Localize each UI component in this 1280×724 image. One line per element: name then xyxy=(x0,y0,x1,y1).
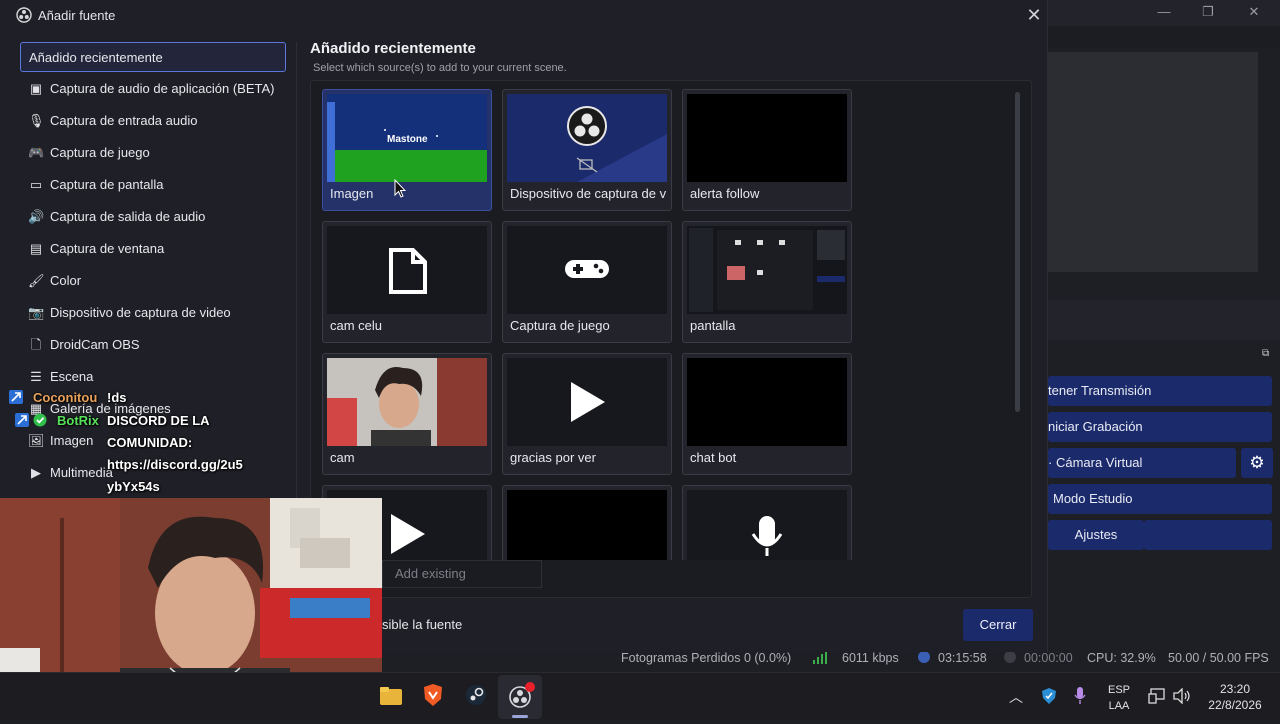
source-card-label: chat bot xyxy=(690,450,737,465)
add-existing-field[interactable]: Add existing xyxy=(382,560,542,588)
stream-status-icon xyxy=(918,651,930,663)
clock-date[interactable]: 22/8/2026 xyxy=(1198,698,1272,712)
source-cards: Mastone Imagen Dispositivo de captura de v… xyxy=(0,0,1048,560)
source-card-label: cam celu xyxy=(330,318,383,333)
mouse-cursor-icon xyxy=(394,178,407,199)
obs-menubar xyxy=(1048,26,1280,48)
source-card-source-11[interactable] xyxy=(502,485,672,560)
microphone-tray-icon[interactable] xyxy=(1073,686,1087,706)
chat-message-ds: !ds xyxy=(107,390,127,405)
moderator-badge-icon xyxy=(33,413,47,427)
mastone-thumbnail: Mastone xyxy=(327,94,487,182)
chat-message-line-2: COMUNIDAD: xyxy=(107,435,193,450)
source-card-label: Dispositivo de captura de v xyxy=(510,186,667,201)
steam-icon[interactable] xyxy=(465,684,487,706)
obs-thumbnail xyxy=(507,94,667,182)
record-time: 00:00:00 xyxy=(1024,651,1073,665)
undock-icon[interactable]: ⧉ xyxy=(1262,348,1269,359)
file-thumbnail xyxy=(327,226,487,314)
close-button[interactable]: Cerrar xyxy=(963,609,1033,641)
source-card-cam[interactable]: cam xyxy=(322,353,492,475)
start-record-button[interactable]: niciar Grabación xyxy=(1048,412,1272,442)
bitrate: 6011 kbps xyxy=(842,651,899,665)
person-thumbnail xyxy=(327,358,487,446)
brave-browser-icon[interactable] xyxy=(422,683,444,707)
maximize-icon[interactable]: ❐ xyxy=(1198,3,1218,21)
black-thumbnail xyxy=(687,358,847,446)
windows-taskbar: ︿ ESP LAA 23:20 22/8/2026 xyxy=(0,672,1280,720)
clock-time[interactable]: 23:20 xyxy=(1198,682,1272,696)
source-card-chat-bot[interactable]: chat bot xyxy=(682,353,852,475)
svg-text:Mastone: Mastone xyxy=(387,134,428,145)
source-card-label: Captura de juego xyxy=(510,318,610,333)
chat-platform-icon xyxy=(9,390,23,404)
minimize-icon[interactable]: — xyxy=(1154,3,1174,21)
source-card-cam-celu[interactable]: cam celu xyxy=(322,221,492,343)
cpu-usage: CPU: 32.9% xyxy=(1087,651,1156,665)
obs-dock xyxy=(1048,300,1280,340)
language-indicator-bottom[interactable]: LAA xyxy=(1104,699,1134,713)
source-card-pantalla[interactable]: pantalla xyxy=(682,221,852,343)
source-card-dispositivo-de-captura-de-v[interactable]: Dispositivo de captura de v xyxy=(502,89,672,211)
close-icon[interactable]: ✕ xyxy=(1244,3,1264,21)
source-card-imagen[interactable]: Mastone Imagen xyxy=(322,89,492,211)
virtual-camera-button[interactable]: · Cámara Virtual xyxy=(1048,448,1236,478)
chat-platform-icon-2 xyxy=(15,413,29,427)
source-card-label: pantalla xyxy=(690,318,736,333)
source-card-label: Imagen xyxy=(330,186,374,201)
source-card-source-12[interactable] xyxy=(682,485,852,560)
stop-stream-button[interactable]: tener Transmisión xyxy=(1048,376,1272,406)
settings-button[interactable]: Ajustes xyxy=(1048,520,1144,550)
source-card-gracias-por-ver[interactable]: gracias por ver xyxy=(502,353,672,475)
signal-bars-icon xyxy=(813,652,827,664)
fps-readout: 50.00 / 50.00 FPS xyxy=(1168,651,1269,665)
chat-user-coconitou: Coconitou xyxy=(33,390,98,405)
obs-taskbar-button[interactable] xyxy=(498,675,542,719)
show-hidden-icons-chevron-icon[interactable]: ︿ xyxy=(1009,687,1023,707)
record-status-icon xyxy=(1004,651,1016,663)
gamepad-thumbnail xyxy=(507,226,667,314)
chat-message-line-1: DISCORD DE LA xyxy=(107,413,210,428)
network-icon[interactable] xyxy=(1148,688,1166,704)
play-thumbnail xyxy=(507,358,667,446)
source-card-label: cam xyxy=(330,450,355,465)
dropped-frames: Fotogramas Perdidos 0 (0.0%) xyxy=(621,651,792,665)
chat-message-line-4: ybYx54s xyxy=(107,479,160,494)
studio-mode-button[interactable]: Modo Estudio xyxy=(1048,484,1272,514)
source-card-captura-de-juego[interactable]: Captura de juego xyxy=(502,221,672,343)
virtual-camera-settings-gear-icon[interactable]: ⚙ xyxy=(1241,448,1273,478)
stream-time: 03:15:58 xyxy=(938,651,987,665)
black-thumbnail xyxy=(507,490,667,560)
source-card-label: alerta follow xyxy=(690,186,760,201)
settings-button-extension[interactable] xyxy=(1144,520,1272,550)
source-card-label: gracias por ver xyxy=(510,450,596,465)
mic-thumbnail xyxy=(687,490,847,560)
volume-icon[interactable] xyxy=(1173,687,1191,705)
security-shield-icon[interactable] xyxy=(1041,687,1057,705)
language-indicator-top[interactable]: ESP xyxy=(1104,683,1134,697)
file-explorer-icon[interactable] xyxy=(380,685,402,705)
black-thumbnail xyxy=(687,94,847,182)
chat-message-line-3: https://discord.gg/2u5 xyxy=(107,457,243,472)
screen-thumbnail xyxy=(687,226,847,314)
obs-preview xyxy=(1048,52,1258,272)
make-visible-checkbox-label[interactable]: sible la fuente xyxy=(382,617,462,632)
source-card-alerta-follow[interactable]: alerta follow xyxy=(682,89,852,211)
chat-user-botrix: BotRix xyxy=(57,413,99,428)
